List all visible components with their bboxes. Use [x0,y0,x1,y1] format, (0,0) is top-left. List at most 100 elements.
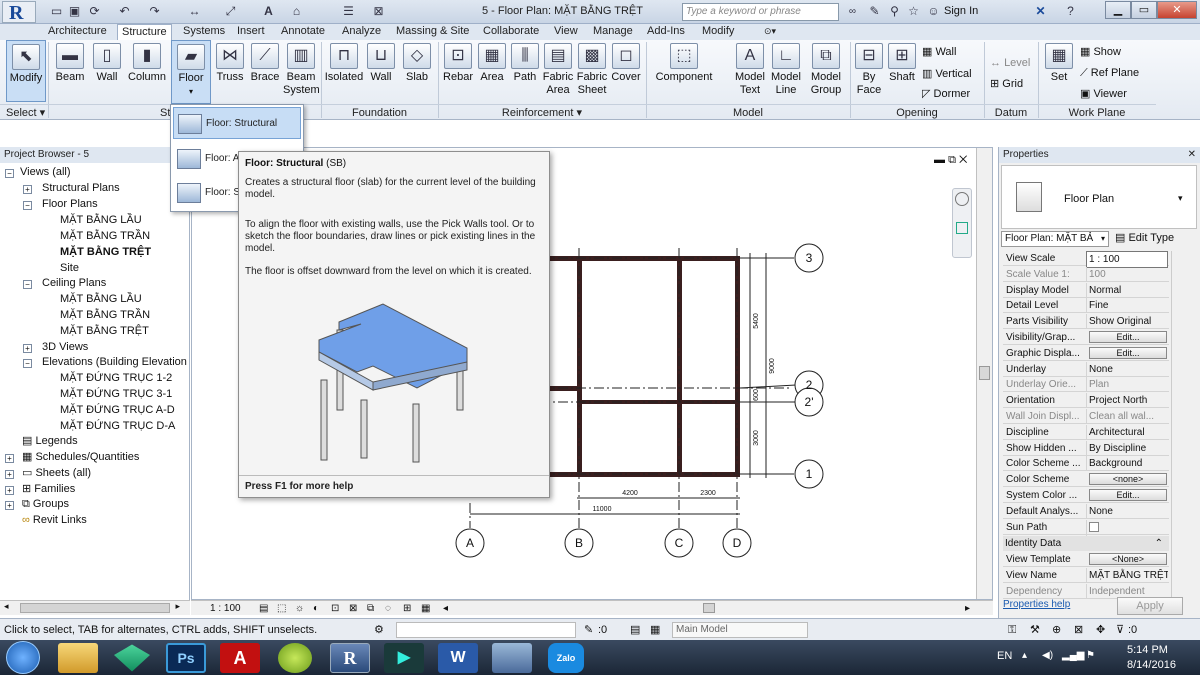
tab-analyze[interactable]: Analyze [338,24,385,40]
scroll-thumb[interactable] [20,603,170,613]
level-button[interactable]: ↔ Level [990,57,1030,69]
analytical-icon[interactable]: ⊞ [403,601,411,616]
tree-elevation-item[interactable]: MẶT ĐỨNG TRỤC 3-1 [60,387,172,402]
property-value[interactable]: None [1086,503,1168,519]
viewer-button[interactable]: ▣ Viewer [1080,87,1127,100]
model-line-button[interactable]: ∟ Model Line [770,40,802,102]
tree-legends[interactable]: ▤ Legends [22,434,78,449]
show-hidden-icons[interactable]: ▴ [1022,650,1027,661]
property-value[interactable]: Normal [1086,282,1168,298]
zalo-icon[interactable]: Zalo [548,643,584,673]
type-selector[interactable]: Floor Plan ▾ [1001,165,1197,229]
tree-views-all[interactable]: Views (all) [20,165,71,180]
drag-elements-icon[interactable]: ✥ [1096,619,1105,641]
close-icon[interactable]: ✕ [959,154,967,166]
tab-view[interactable]: View [550,24,582,40]
3d-view-icon[interactable]: ⌂ [288,3,305,20]
shaft-opening-button[interactable]: ⊞ Shaft [886,40,918,102]
fabric-sheet-button[interactable]: ▩ Fabric Sheet [576,40,608,102]
dimension-icon[interactable]: ⤢ [222,3,239,20]
wall-foundation-button[interactable]: ⊔ Wall [366,40,396,102]
property-edit-button[interactable]: Edit... [1089,331,1167,343]
area-rebar-button[interactable]: ▦ Area [477,40,507,102]
beam-system-button[interactable]: ▥ Beam System [283,40,320,102]
property-value[interactable]: MẶT BẰNG TRỆT [1086,567,1168,583]
thin-lines-icon[interactable]: ☰ [340,3,357,20]
tree-floor-plan-item[interactable]: MẶT BẰNG TRẦN [60,229,150,244]
property-row[interactable]: Parts Visibility Show Original [1003,314,1169,330]
clock-date[interactable]: 8/14/2016 [1127,659,1176,671]
property-row[interactable]: Show Hidden ... By Discipline [1003,440,1169,456]
property-edit-button[interactable]: Edit... [1089,489,1167,501]
scroll-left-icon[interactable]: ◂ [4,601,9,612]
select-underlay-icon[interactable]: ⚒ [1030,619,1040,641]
worksets-icon[interactable]: ⚙ [374,619,384,641]
property-row[interactable]: Sun Path [1003,519,1169,537]
property-row[interactable]: System Color ... Edit... [1003,488,1169,503]
component-button[interactable]: ⬚ Component [650,40,718,102]
sketchup-gem-icon[interactable] [114,644,150,672]
tab-insert[interactable]: Insert [233,24,269,40]
dormer-opening-button[interactable]: ◸ Dormer [922,87,970,100]
tree-floor-plan-active[interactable]: MẶT BẰNG TRỆT [60,245,151,260]
highlight-icon[interactable]: ▦ [421,601,430,616]
select-by-face-icon[interactable]: ⊠ [1074,619,1083,641]
property-edit-button[interactable]: Edit... [1089,346,1167,359]
temp-hide-icon[interactable]: ⧉ [367,601,374,616]
tree-revit-links[interactable]: ∞ Revit Links [22,513,87,528]
property-value[interactable]: Show Original [1086,314,1168,330]
maximize-button[interactable]: ▭ [1131,1,1157,19]
property-row[interactable]: Default Analys... None [1003,503,1169,519]
tree-elevations[interactable]: Elevations (Building Elevation [42,355,187,370]
scroll-left-icon[interactable]: ◂ [443,601,448,616]
property-row[interactable]: Orientation Project North [1003,393,1169,409]
autocad-icon[interactable]: A [220,643,260,673]
active-workset-select[interactable] [396,622,576,638]
properties-vscrollbar[interactable] [1171,251,1187,599]
collapse-toggle[interactable]: − [5,169,14,178]
sync-icon[interactable]: ⟳ [86,3,103,20]
tree-ceiling-plans[interactable]: Ceiling Plans [42,276,106,291]
sun-path-checkbox[interactable] [1086,519,1168,537]
exchange-apps-icon[interactable]: ✕ [1032,3,1049,20]
select-pinned-icon[interactable]: ⊕ [1052,619,1061,641]
property-row[interactable]: Graphic Displa... Edit... [1003,346,1169,361]
expand-toggle[interactable]: + [5,486,14,495]
close-hidden-icon[interactable]: ⊠ [370,3,387,20]
property-row[interactable]: Scale Value 1: 100 [1003,266,1169,282]
panel-select[interactable]: Select ▾ [0,104,48,120]
scroll-right-icon[interactable]: ▸ [175,601,180,612]
tree-floor-plans[interactable]: Floor Plans [42,197,98,212]
property-row[interactable]: Color Scheme <none> [1003,472,1169,488]
tree-groups[interactable]: ⧉ Groups [22,497,69,512]
tree-sheets[interactable]: ▭ Sheets (all) [22,466,91,481]
sun-path-icon[interactable]: ☼ [295,601,304,616]
measure-icon[interactable]: ↔ [186,3,203,20]
fabric-area-button[interactable]: ▤ Fabric Area [542,40,574,102]
project-browser-hscrollbar[interactable]: ◂ ▸ [0,600,190,615]
column-button[interactable]: ▮ Column [126,40,168,102]
tree-3d-views[interactable]: 3D Views [42,340,88,355]
edit-type-button[interactable]: ▤ Edit Type [1115,231,1174,244]
text-icon[interactable]: A [260,3,277,20]
tree-elevation-item[interactable]: MẶT ĐỨNG TRỤC A-D [60,403,175,418]
canvas-vscrollbar[interactable] [976,148,992,599]
tree-site[interactable]: Site [60,261,79,276]
design-option-select[interactable]: Main Model [672,622,808,638]
tree-elevation-item[interactable]: MẶT ĐỨNG TRỤC D-A [60,419,175,434]
ribbon-minimize-toggle[interactable]: ⊙▾ [760,24,780,40]
view-template-button[interactable]: <None> [1089,553,1167,565]
property-edit-button[interactable]: <none> [1089,473,1167,486]
redo-icon[interactable]: ↷ [146,3,163,20]
expand-toggle[interactable]: + [23,185,32,194]
close-window-button[interactable]: ✕ [1157,1,1197,19]
by-face-opening-button[interactable]: ⊟ By Face [854,40,884,102]
tab-systems[interactable]: Systems [179,24,229,40]
tree-ceiling-plan-item[interactable]: MẶT BẰNG TRẦN [60,308,150,323]
wall-opening-button[interactable]: ▦ Wall [922,45,956,58]
property-value[interactable]: 1 : 100 [1086,251,1168,268]
start-button[interactable] [6,641,40,674]
property-value[interactable]: By Discipline [1086,440,1168,456]
path-rebar-button[interactable]: ⫼ Path [510,40,540,102]
set-work-plane-button[interactable]: ▦ Set [1042,40,1076,102]
